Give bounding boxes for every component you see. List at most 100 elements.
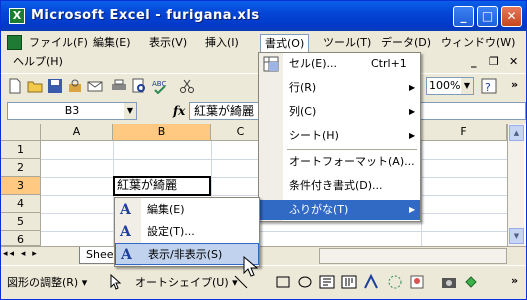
furigana-settings-icon: A	[120, 224, 131, 240]
menu-item-conditional-format[interactable]: 条件付き書式(D)...	[259, 176, 420, 196]
vertical-textbox-icon[interactable]	[341, 274, 357, 290]
new-icon[interactable]	[7, 78, 23, 94]
draw-toolbar-options-button[interactable]: »	[511, 274, 518, 287]
doc-restore-button[interactable]: ❐	[489, 55, 499, 68]
submenu-item-show-hide[interactable]: A 表示/非表示(S)	[115, 243, 259, 265]
gridline	[421, 141, 422, 246]
name-box[interactable]: B3 ▼	[7, 102, 137, 120]
mail-icon[interactable]	[87, 78, 103, 94]
insert-function-button[interactable]: fx	[173, 104, 185, 118]
submenu-arrow-icon: ▶	[409, 83, 416, 92]
furigana-submenu: A 編集(E) A 設定(T)... A 表示/非表示(S)	[114, 197, 260, 267]
oval-icon[interactable]	[297, 274, 313, 290]
menu-item-column[interactable]: 列(C) ▶	[259, 102, 420, 122]
spelling-icon[interactable]: ABC	[151, 78, 167, 94]
menu-item-sheet[interactable]: シート(H) ▶	[259, 126, 420, 146]
select-all-corner[interactable]	[1, 124, 41, 141]
menu-item-label: オートフォーマット(A)...	[289, 155, 415, 168]
menu-item-label: 行(R)	[289, 81, 317, 94]
column-header-a[interactable]: A	[41, 124, 113, 141]
submenu-arrow-icon: ▶	[409, 107, 416, 116]
row-header-6[interactable]: 6	[1, 231, 41, 246]
wordart-icon[interactable]	[363, 274, 379, 290]
excel-app-icon[interactable]: X	[9, 8, 25, 24]
vertical-scrollbar[interactable]: ▲ ▼	[507, 124, 524, 246]
menu-item-label: 列(C)	[289, 105, 317, 118]
menu-item-label: 条件付き書式(D)...	[289, 179, 383, 192]
furigana-show-icon: A	[121, 247, 132, 263]
submenu-arrow-icon: ▶	[409, 131, 416, 140]
column-header-f[interactable]: F	[421, 124, 507, 141]
chevron-down-icon[interactable]: ▼	[461, 78, 473, 94]
menu-item-label: セル(E)...	[289, 57, 338, 70]
submenu-arrow-icon: ▶	[409, 205, 416, 214]
submenu-item-label: 編集(E)	[147, 203, 185, 216]
open-icon[interactable]	[27, 78, 43, 94]
menu-item-label: ふりがな(T)	[289, 203, 349, 216]
submenu-item-label: 表示/非表示(S)	[148, 248, 223, 261]
cut-icon[interactable]	[179, 78, 195, 94]
print-preview-icon[interactable]	[131, 78, 147, 94]
minimize-button[interactable]: _	[453, 6, 474, 27]
autoshapes-button[interactable]: オートシェイプ(U) ▾	[135, 274, 238, 290]
column-header-b[interactable]: B	[113, 124, 211, 141]
row-header-4[interactable]: 4	[1, 195, 41, 213]
menu-file[interactable]: ファイル(F)	[25, 34, 92, 52]
submenu-item-settings[interactable]: A 設定(T)...	[115, 221, 259, 243]
svg-text:?: ?	[485, 81, 491, 94]
permission-icon[interactable]	[67, 78, 83, 94]
menu-separator	[287, 149, 417, 150]
active-cell-b3[interactable]: 紅葉が綺麗	[113, 176, 211, 196]
menu-item-row[interactable]: 行(R) ▶	[259, 78, 420, 98]
menu-data[interactable]: データ(D)	[377, 34, 435, 52]
menu-help[interactable]: ヘルプ(H)	[9, 53, 67, 71]
menu-item-cells[interactable]: セル(E)... Ctrl+1	[259, 54, 420, 74]
textbox-icon[interactable]	[319, 274, 335, 290]
menu-tools[interactable]: ツール(T)	[319, 34, 375, 52]
shortcut-label: Ctrl+1	[371, 57, 407, 70]
scroll-down-icon[interactable]: ▼	[509, 228, 524, 244]
diagram-icon[interactable]	[387, 274, 403, 290]
zoom-value: 100%	[429, 79, 461, 92]
gridline	[41, 231, 507, 232]
draw-menu-button[interactable]: 図形の調整(R) ▾	[7, 274, 87, 290]
window-title: Microsoft Excel - furigana.xls	[31, 8, 260, 23]
row-header-1[interactable]: 1	[1, 141, 41, 159]
menu-window[interactable]: ウィンドウ(W)	[437, 34, 519, 52]
row-header-3[interactable]: 3	[1, 177, 41, 195]
picture-icon[interactable]	[441, 274, 457, 290]
row-header-5[interactable]: 5	[1, 213, 41, 231]
fill-color-icon[interactable]	[463, 274, 479, 290]
sheet-nav-buttons[interactable]: ◂◂ ◂ ▸	[3, 249, 39, 259]
doc-close-button[interactable]: ✕	[509, 55, 518, 68]
print-icon[interactable]	[111, 78, 127, 94]
menu-item-autoformat[interactable]: オートフォーマット(A)...	[259, 152, 420, 172]
clipart-icon[interactable]	[409, 274, 425, 290]
rectangle-icon[interactable]	[275, 274, 291, 290]
help-icon[interactable]: ?	[481, 78, 497, 94]
menu-item-furigana[interactable]: ふりがな(T) ▶	[259, 200, 420, 220]
save-icon[interactable]	[47, 78, 63, 94]
cell-reference: B3	[64, 104, 80, 117]
close-button[interactable]: ✕	[501, 6, 522, 27]
toolbar-options-button[interactable]: »	[511, 78, 518, 91]
select-objects-icon[interactable]	[109, 274, 123, 290]
menu-item-label: シート(H)	[289, 129, 339, 142]
horizontal-scrollbar[interactable]	[319, 248, 507, 264]
title-bar[interactable]: X Microsoft Excel - furigana.xls _ □ ✕	[1, 1, 526, 31]
row-header-2[interactable]: 2	[1, 159, 41, 177]
chevron-down-icon[interactable]: ▼	[124, 103, 136, 119]
menu-view[interactable]: 表示(V)	[145, 34, 191, 52]
zoom-select[interactable]: 100% ▼	[426, 77, 474, 95]
menu-insert[interactable]: 挿入(I)	[201, 34, 243, 52]
excel-window: X Microsoft Excel - furigana.xls _ □ ✕ フ…	[0, 0, 527, 300]
menu-format[interactable]: 書式(O)	[260, 34, 310, 53]
sheet-tab-bar: ◂◂ ◂ ▸ Sheet	[1, 246, 526, 264]
maximize-button[interactable]: □	[477, 6, 498, 27]
doc-minimize-button[interactable]: _	[471, 55, 477, 68]
drawing-toolbar: 図形の調整(R) ▾ オートシェイプ(U) ▾ »	[1, 265, 526, 299]
scroll-up-icon[interactable]: ▲	[509, 125, 524, 141]
submenu-item-edit[interactable]: A 編集(E)	[115, 199, 259, 221]
menu-edit[interactable]: 編集(E)	[89, 34, 135, 52]
workbook-icon[interactable]	[7, 35, 22, 50]
